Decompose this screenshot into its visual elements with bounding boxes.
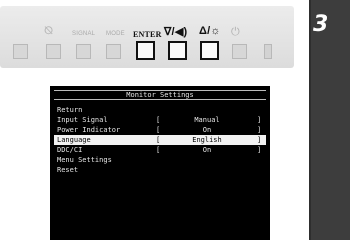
- osd-item-label: DDC/CI: [57, 146, 83, 154]
- input-select-icon: ⦰: [44, 25, 54, 37]
- osd-item-label: Return: [57, 106, 83, 114]
- osd-item-label: Menu Settings: [57, 156, 112, 164]
- enter-label: ENTER: [133, 30, 162, 39]
- osd-bracket-close: ]: [257, 136, 262, 144]
- osd-item-label: Reset: [57, 166, 79, 174]
- down-volume-key[interactable]: [168, 41, 187, 60]
- osd-item-input-signal[interactable]: Input Signal [ Manual]: [54, 115, 266, 125]
- osd-bracket-open: [: [156, 126, 161, 134]
- mode-label: MODE: [106, 31, 125, 37]
- osd-item-value: English: [192, 136, 222, 144]
- osd-item-reset[interactable]: Reset: [54, 165, 266, 175]
- osd-item-language[interactable]: Language [ English]: [54, 135, 266, 145]
- down-volume-label: ∇/◀): [164, 26, 188, 38]
- monitor-control-panel: ⦰ SIGNAL MODE ENTER ∇/◀) Δ/☼ ⏻: [0, 6, 294, 68]
- osd-item-value: On: [202, 146, 212, 154]
- osd-item-value: Manual: [194, 116, 220, 124]
- instruction-figure: ⦰ SIGNAL MODE ENTER ∇/◀) Δ/☼ ⏻ 3 Monitor…: [0, 0, 350, 240]
- blank-key[interactable]: [13, 44, 28, 59]
- power-icon: ⏻: [231, 26, 240, 38]
- enter-key[interactable]: [136, 41, 155, 60]
- osd-menu: Monitor Settings Return Input Signal [ Manu…: [50, 86, 270, 240]
- osd-item-return[interactable]: Return: [54, 105, 266, 115]
- up-brightness-key[interactable]: [200, 41, 219, 60]
- power-indicator-slot: [264, 44, 272, 59]
- power-key[interactable]: [232, 44, 247, 59]
- osd-bracket-close: ]: [257, 116, 262, 124]
- osd-bracket-open: [: [156, 146, 161, 154]
- input-select-key[interactable]: [46, 44, 61, 59]
- osd-bracket-open: [: [156, 136, 161, 144]
- osd-bracket-open: [: [156, 116, 161, 124]
- osd-title: Monitor Settings: [54, 90, 266, 100]
- osd-bracket-close: ]: [257, 146, 262, 154]
- osd-bracket-close: ]: [257, 126, 262, 134]
- osd-item-menu-settings[interactable]: Menu Settings: [54, 155, 266, 165]
- osd-item-label: Power Indicator: [57, 126, 121, 134]
- osd-item-label: Language: [57, 136, 91, 144]
- osd-item-power-indicator[interactable]: Power Indicator [ On]: [54, 125, 266, 135]
- up-brightness-label: Δ/☼: [199, 25, 221, 37]
- signal-key[interactable]: [76, 44, 91, 59]
- step-number: 3: [313, 12, 329, 37]
- mode-key[interactable]: [106, 44, 121, 59]
- osd-item-ddc-ci[interactable]: DDC/CI [ On]: [54, 145, 266, 155]
- osd-item-label: Input Signal: [57, 116, 108, 124]
- step-badge: 3: [309, 0, 350, 240]
- signal-label: SIGNAL: [72, 31, 96, 37]
- osd-item-value: On: [202, 126, 212, 134]
